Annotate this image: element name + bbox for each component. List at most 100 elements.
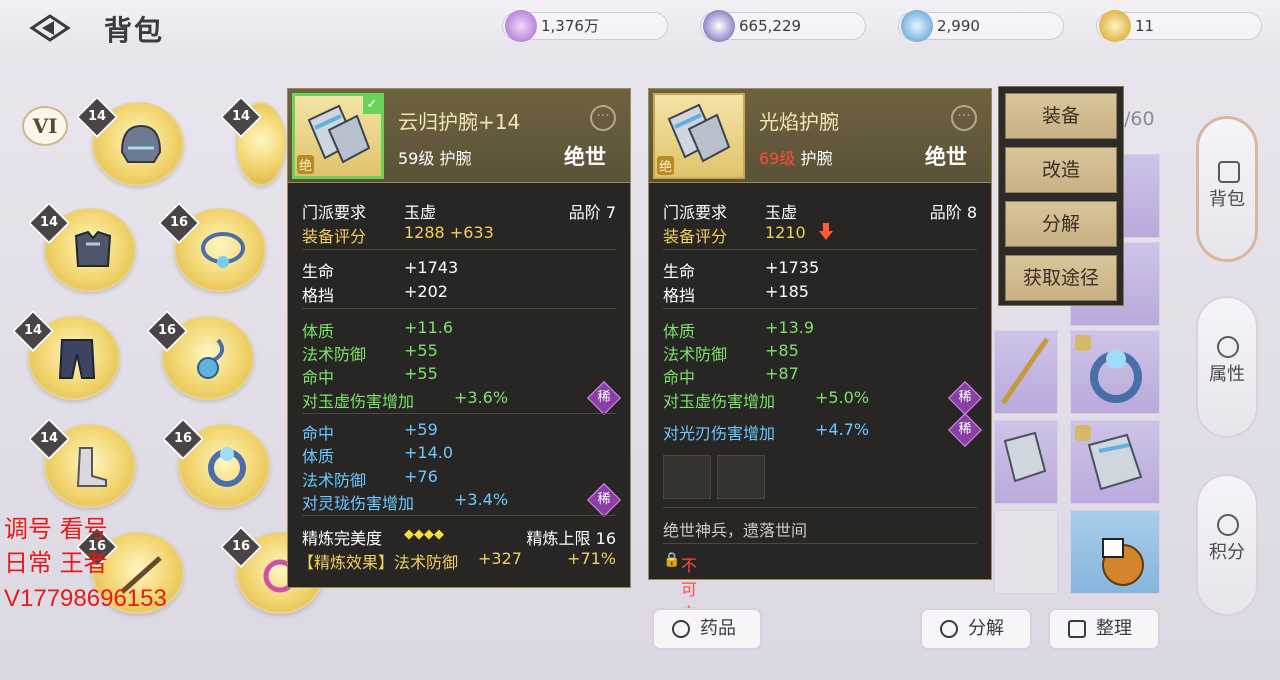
rare-label: 稀 <box>597 492 611 507</box>
potion-icon <box>672 620 690 638</box>
slot-level-badge: 14 <box>11 309 55 353</box>
tab-bag[interactable]: 背包 <box>1196 116 1258 262</box>
stat-value: +3.4% <box>454 490 509 509</box>
stat-value: 玉虚 <box>404 203 437 222</box>
arrange-button[interactable]: 整理 <box>1048 608 1160 650</box>
equip-slot-necklace[interactable]: 16 <box>157 201 266 292</box>
equip-slot-armor[interactable]: 14 <box>27 201 136 292</box>
more-options-button[interactable]: ··· <box>590 105 616 131</box>
item-name: 光焰护腕 <box>759 110 839 134</box>
ring-icon <box>208 447 246 487</box>
equip-slot-boots[interactable]: 14 <box>27 417 136 508</box>
stat-label: 生命 <box>663 262 696 281</box>
staff-icon <box>1000 337 1050 405</box>
stat-label: 对灵珑伤害增加 <box>302 494 415 513</box>
equip-button[interactable]: 装备 <box>1005 93 1117 139</box>
decompose-button[interactable]: 分解 <box>920 608 1032 650</box>
modify-button[interactable]: 改造 <box>1005 147 1117 193</box>
equipped-check-icon: ✓ <box>363 96 381 114</box>
stat-label: 门派要求 <box>302 203 367 222</box>
stat-value: +1735 <box>765 258 820 277</box>
gem-slot-empty[interactable] <box>717 455 765 499</box>
item-quality: 绝世 <box>925 145 967 169</box>
armor-icon <box>74 230 112 267</box>
currency-value: 665,229 <box>739 17 802 35</box>
recycle-icon <box>940 620 958 638</box>
gem-slot-empty[interactable] <box>663 455 711 499</box>
slot-level: 14 <box>23 323 43 338</box>
stat-value: +3.6% <box>454 388 509 407</box>
rare-label: 稀 <box>958 390 972 405</box>
equip-slot-shoulder[interactable]: 14 <box>219 95 286 186</box>
stack-icon <box>1068 620 1086 638</box>
grade-row: 品阶 8 <box>930 199 977 223</box>
bag-cell[interactable] <box>1070 510 1160 594</box>
slot-level-badge: 14 <box>219 95 263 139</box>
grade-label: 品阶 <box>929 203 962 222</box>
currency-jade[interactable]: 2,990 <box>898 10 1064 42</box>
equip-slot-helmet[interactable]: 14 <box>75 95 184 186</box>
refine-effect-label: 【精炼效果】法术防御 <box>298 553 459 572</box>
equip-slot-ring[interactable]: 16 <box>161 417 270 508</box>
stat-value: +14.0 <box>404 443 454 462</box>
refine-label: 精炼完美度 <box>302 529 383 548</box>
slot-level: 14 <box>39 215 59 230</box>
medicine-button[interactable]: 药品 <box>652 608 762 650</box>
bag-cell[interactable] <box>994 420 1058 504</box>
stat-value: +202 <box>404 282 448 301</box>
equip-slot-pendant[interactable]: 16 <box>145 309 254 400</box>
stat-label: 格挡 <box>302 286 335 305</box>
currency-gold[interactable]: 11 <box>1096 10 1262 42</box>
stat-label: 体质 <box>663 322 696 341</box>
slot-level-badge: 16 <box>157 201 201 245</box>
refine-effect-value: +327 <box>478 549 522 568</box>
tooltip-header: 绝 ✓ 云归护腕+14 59级 护腕 绝世 ··· <box>288 89 630 183</box>
item-level-type: 59级 护腕 <box>398 145 471 169</box>
stat-value: +76 <box>404 467 438 486</box>
currency-card[interactable]: 1,376万 <box>502 10 668 42</box>
necklace-icon <box>201 232 245 268</box>
page-title: 背包 <box>104 14 165 47</box>
stat-label: 体质 <box>302 447 335 466</box>
stat-value: +55 <box>404 364 438 383</box>
divider <box>302 515 616 516</box>
tab-label: 积分 <box>1209 542 1245 563</box>
stat-value: +55 <box>404 341 438 360</box>
medicine-label: 药品 <box>700 618 736 639</box>
bag-cell[interactable] <box>1070 420 1160 504</box>
bag-cell-empty[interactable] <box>994 510 1058 594</box>
bag-cell[interactable] <box>1070 330 1160 414</box>
bound-icon <box>1075 335 1091 351</box>
tab-points[interactable]: 积分 <box>1196 474 1258 616</box>
jade-coin-icon <box>901 10 933 42</box>
stat-label: 对玉虚伤害增加 <box>302 392 415 411</box>
stat-label: 命中 <box>663 368 696 387</box>
currency-silver[interactable]: 665,229 <box>700 10 866 42</box>
attributes-icon <box>1217 336 1239 358</box>
stat-label: 法术防御 <box>663 345 728 364</box>
decompose-item-button[interactable]: 分解 <box>1005 201 1117 247</box>
back-button[interactable] <box>28 12 74 44</box>
refine-cap: 精炼上限 16 <box>526 529 616 548</box>
stat-label: 法术防御 <box>302 345 367 364</box>
bag-cell[interactable] <box>994 330 1058 414</box>
stat-value: +13.9 <box>765 318 815 337</box>
rare-badge: 稀 <box>948 381 982 415</box>
equip-slot-pants[interactable]: 14 <box>11 309 120 400</box>
stat-label: 装备评分 <box>663 227 728 246</box>
equipment-tier-badge: VI <box>22 106 68 146</box>
boots-icon <box>76 447 107 487</box>
divider <box>663 249 977 250</box>
stat-label: 法术防御 <box>302 471 367 490</box>
tab-attributes[interactable]: 属性 <box>1196 296 1258 438</box>
divider <box>302 308 616 309</box>
points-icon <box>1217 514 1239 536</box>
stat-label: 格挡 <box>663 286 696 305</box>
stat-value: 玉虚 <box>765 203 798 222</box>
locked-bag-icon <box>1102 538 1144 586</box>
more-options-button[interactable]: ··· <box>951 105 977 131</box>
slot-level-badge: 14 <box>27 417 71 461</box>
slot-level-badge: 14 <box>75 95 119 139</box>
obtain-source-button[interactable]: 获取途径 <box>1005 255 1117 301</box>
rare-badge: 稀 <box>587 483 621 517</box>
